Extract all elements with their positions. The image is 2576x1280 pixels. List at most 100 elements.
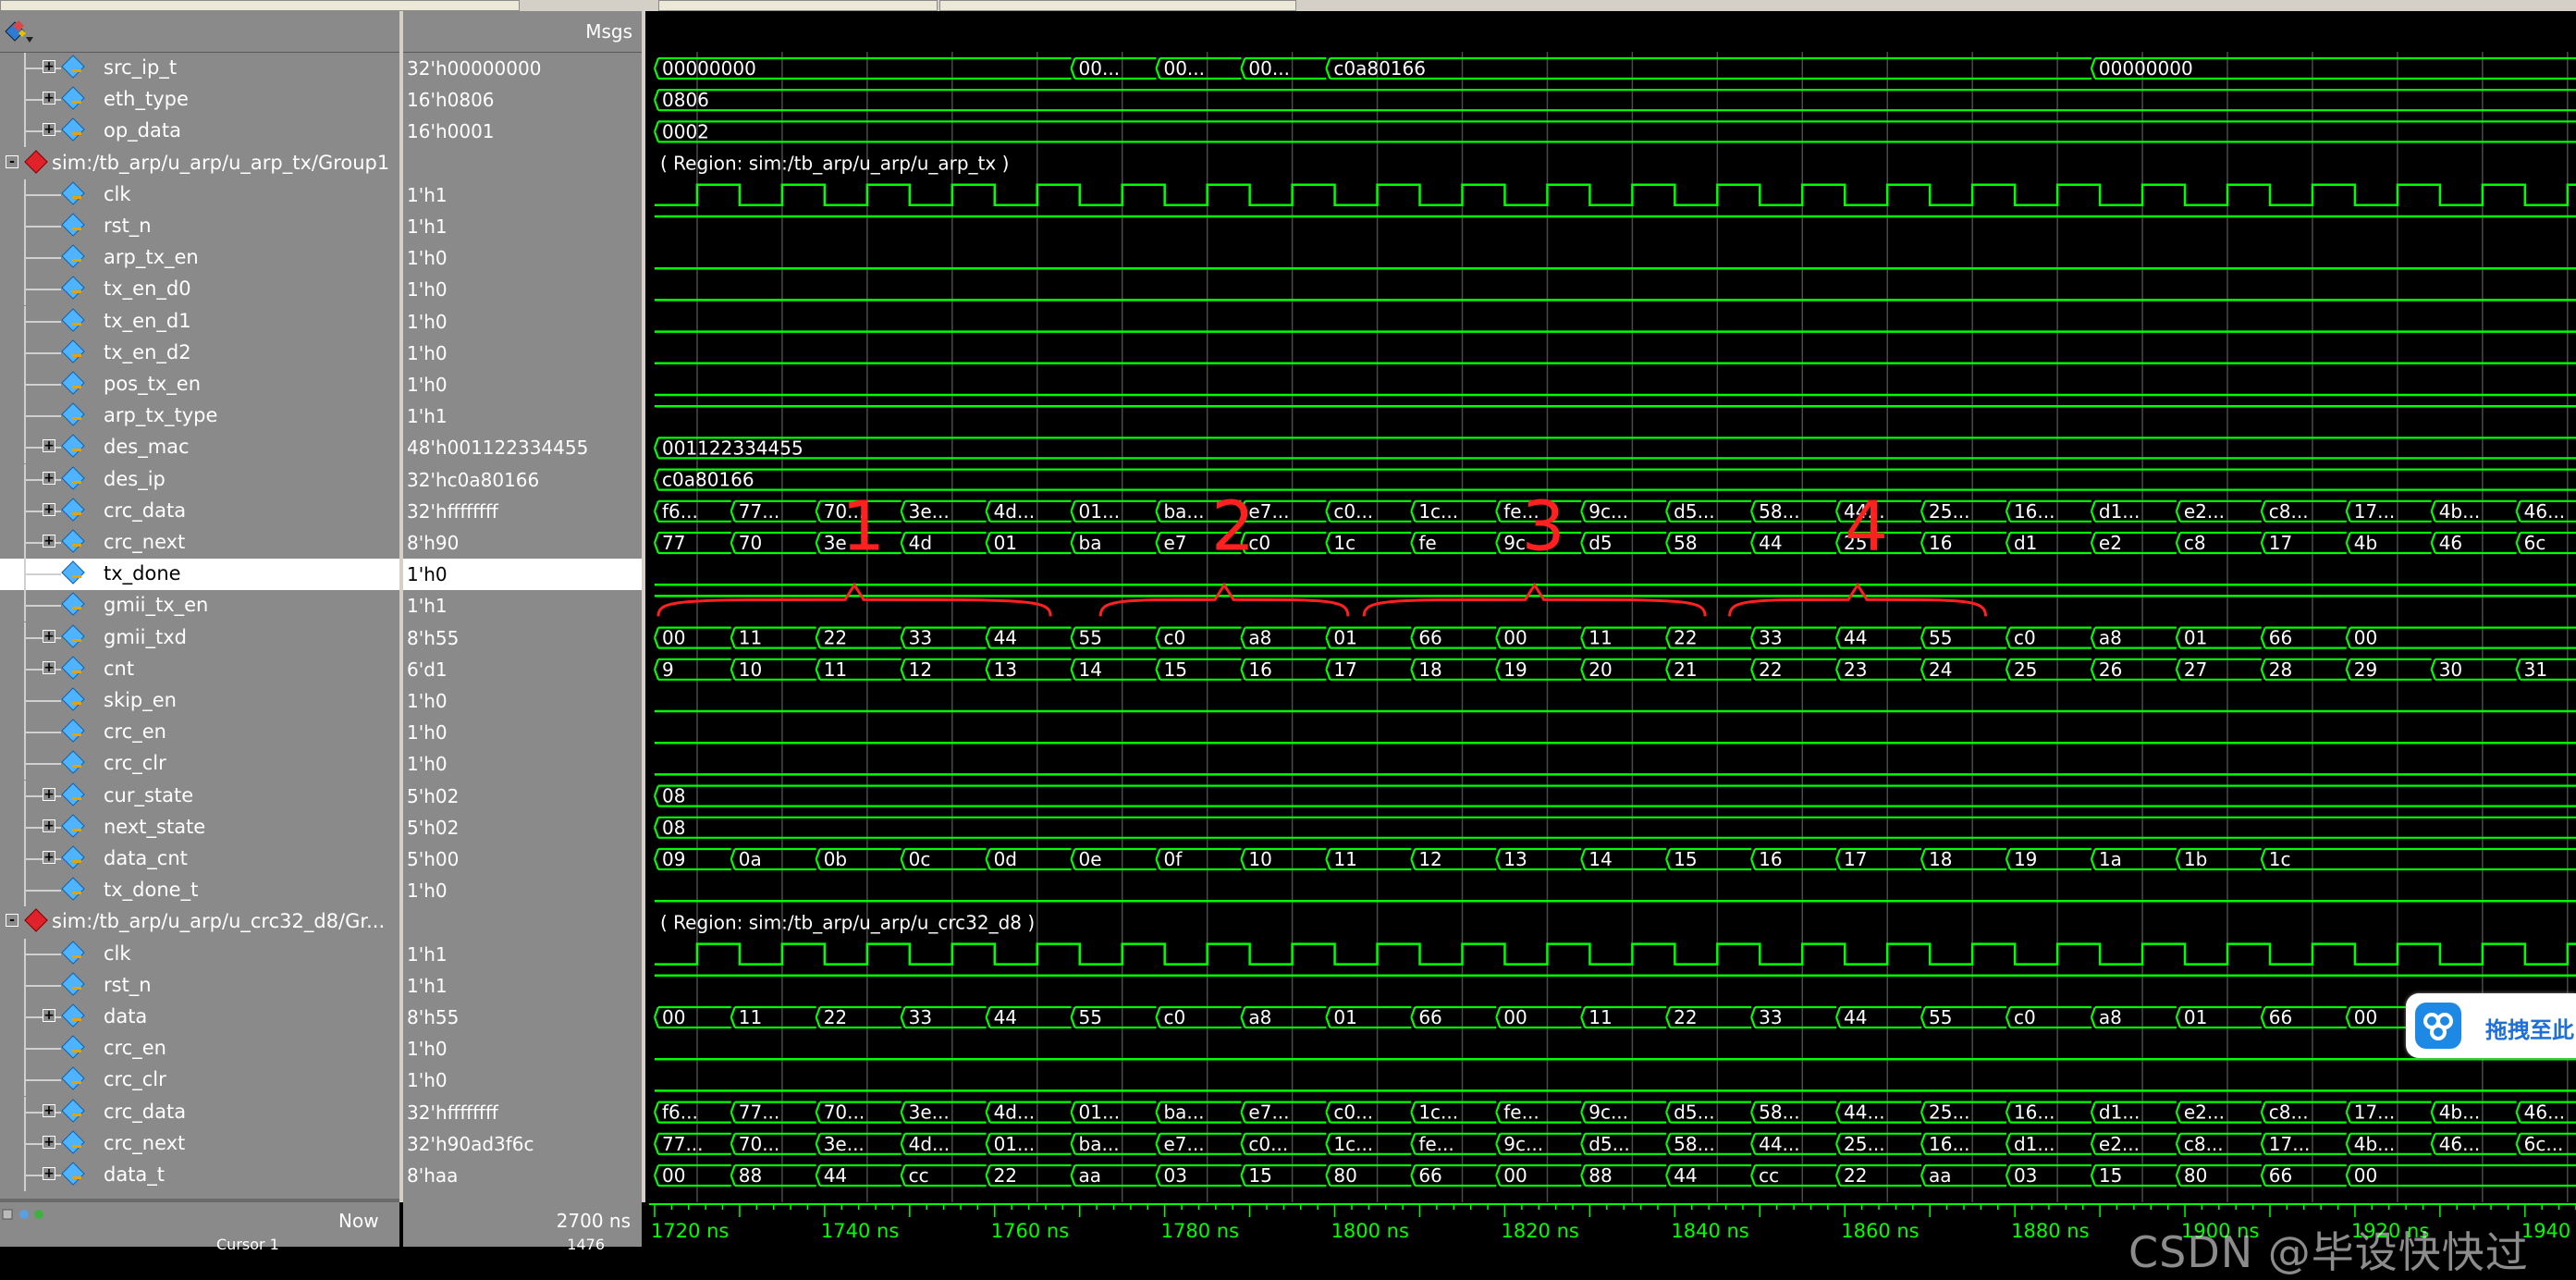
signal-row[interactable]: rst_n — [0, 211, 399, 242]
collapse-icon[interactable]: - — [6, 154, 18, 168]
signal-row[interactable]: tx_en_d1 — [0, 305, 399, 338]
value-row[interactable]: 8'haa — [403, 1160, 642, 1191]
cursor-tools-icon[interactable] — [2, 1208, 57, 1223]
signal-row[interactable]: + cnt — [0, 653, 399, 685]
bus-value: 55 — [1079, 1006, 1102, 1028]
value-row[interactable]: 5'h02 — [403, 781, 642, 812]
signal-row[interactable]: + op_data — [0, 116, 399, 148]
pane-splitter[interactable] — [642, 11, 645, 1247]
wave-window-icon[interactable] — [2, 17, 33, 46]
expand-icon[interactable]: + — [43, 123, 55, 137]
signal-row[interactable]: + data — [0, 1002, 399, 1033]
expand-icon[interactable]: + — [43, 1135, 55, 1149]
expand-icon[interactable]: + — [43, 818, 55, 832]
signal-row[interactable]: + crc_data — [0, 495, 399, 527]
signal-row[interactable]: + next_state — [0, 811, 399, 843]
value-row[interactable]: 16'h0806 — [403, 84, 642, 116]
signal-row[interactable]: + cur_state — [0, 780, 399, 812]
signal-row[interactable]: clk — [0, 178, 399, 211]
value-row[interactable]: 1'h0 — [403, 717, 642, 748]
value-row[interactable]: 1'h0 — [403, 1065, 642, 1096]
expand-icon[interactable]: + — [43, 535, 55, 548]
value-row[interactable]: 1'h1 — [403, 939, 642, 970]
waveform-panel[interactable]: 00000000 00... 00... 00... c0a80166 00000000 0… — [649, 11, 2576, 1202]
signal-row[interactable]: + crc_next — [0, 1127, 399, 1160]
value-row[interactable]: 5'h00 — [403, 843, 642, 875]
value-row[interactable]: 1'h0 — [403, 875, 642, 906]
value-row[interactable] — [403, 148, 642, 179]
value-row[interactable]: 1'h0 — [403, 748, 642, 780]
expand-icon[interactable]: + — [43, 787, 55, 801]
expand-icon[interactable]: + — [43, 502, 55, 516]
signal-row[interactable]: + data_cnt — [0, 843, 399, 875]
value-row[interactable]: 32'hffffffff — [403, 1097, 642, 1128]
value-row[interactable]: 1'h0 — [403, 685, 642, 717]
value-row[interactable]: 1'h1 — [403, 400, 642, 432]
baidu-drop-widget[interactable]: 拖拽至此 — [2406, 993, 2576, 1058]
signal-row[interactable]: + data_t — [0, 1160, 399, 1191]
signal-row[interactable]: pos_tx_en — [0, 369, 399, 400]
signal-row[interactable]: + des_ip — [0, 463, 399, 496]
expand-icon[interactable]: + — [43, 1167, 55, 1180]
group-row[interactable]: - sim:/tb_arp/u_arp/u_crc32_d8/Gr... — [0, 906, 399, 938]
signal-row[interactable]: clk — [0, 938, 399, 970]
signal-row[interactable]: gmii_tx_en — [0, 590, 399, 622]
signal-row[interactable]: + gmii_txd — [0, 622, 399, 654]
value-row[interactable] — [403, 906, 642, 938]
value-row[interactable]: 32'hc0a80166 — [403, 464, 642, 496]
signal-row[interactable]: + des_mac — [0, 432, 399, 464]
signal-row[interactable]: crc_clr — [0, 748, 399, 781]
signal-row[interactable]: + crc_data — [0, 1096, 399, 1128]
signal-row[interactable]: + eth_type — [0, 84, 399, 117]
value-row[interactable]: 1'h0 — [403, 338, 642, 369]
signal-name: arp_tx_type — [104, 404, 218, 427]
value-row[interactable]: 1'h0 — [403, 242, 642, 274]
signal-row[interactable]: crc_en — [0, 717, 399, 749]
signal-row[interactable]: tx_done — [0, 559, 399, 591]
expand-icon[interactable]: + — [43, 660, 55, 674]
collapse-icon[interactable]: - — [6, 914, 18, 928]
value-row[interactable]: 16'h0001 — [403, 116, 642, 147]
expand-icon[interactable]: + — [43, 1103, 55, 1117]
value-row[interactable]: 48'h001122334455 — [403, 432, 642, 463]
value-row[interactable]: 32'h90ad3f6c — [403, 1128, 642, 1160]
signal-direction-icon — [72, 69, 81, 72]
value-row[interactable]: 1'h1 — [403, 970, 642, 1002]
signal-row[interactable]: skip_en — [0, 685, 399, 717]
value-row[interactable]: 1'h0 — [403, 369, 642, 400]
value-row[interactable]: 1'h1 — [403, 179, 642, 211]
value-row[interactable]: 1'h0 — [403, 306, 642, 338]
expand-icon[interactable]: + — [43, 60, 55, 73]
bus-value: 11 — [1333, 848, 1356, 870]
signal-row[interactable]: + crc_next — [0, 527, 399, 559]
value-row[interactable]: 1'h0 — [403, 559, 642, 591]
expand-icon[interactable]: + — [43, 92, 55, 105]
signal-row[interactable]: + src_ip_t — [0, 53, 399, 84]
expand-icon[interactable]: + — [43, 471, 55, 485]
value-row[interactable]: 1'h1 — [403, 211, 642, 242]
value-row[interactable]: 8'h55 — [403, 622, 642, 654]
group-row[interactable]: - sim:/tb_arp/u_arp/u_arp_tx/Group1 — [0, 148, 399, 179]
expand-icon[interactable]: + — [43, 1009, 55, 1022]
signal-row[interactable]: tx_done_t — [0, 875, 399, 907]
expand-icon[interactable]: + — [43, 851, 55, 864]
signal-row[interactable]: tx_en_d0 — [0, 274, 399, 306]
signal-row[interactable]: arp_tx_en — [0, 242, 399, 275]
value-row[interactable]: 5'h02 — [403, 812, 642, 843]
value-row[interactable]: 6'd1 — [403, 654, 642, 685]
signal-row[interactable]: crc_en — [0, 1033, 399, 1065]
signal-row[interactable]: tx_en_d2 — [0, 337, 399, 369]
waveform-canvas[interactable]: 00000000 00... 00... 00... c0a80166 000000000… — [649, 11, 2576, 1202]
value-row[interactable]: 32'h00000000 — [403, 53, 642, 84]
expand-icon[interactable]: + — [43, 439, 55, 453]
value-row[interactable]: 1'h0 — [403, 1033, 642, 1065]
signal-row[interactable]: crc_clr — [0, 1065, 399, 1097]
signal-row[interactable]: rst_n — [0, 969, 399, 1002]
value-row[interactable]: 32'hffffffff — [403, 496, 642, 527]
signal-row[interactable]: arp_tx_type — [0, 400, 399, 433]
value-row[interactable]: 1'h0 — [403, 274, 642, 305]
value-row[interactable]: 8'h90 — [403, 527, 642, 559]
expand-icon[interactable]: + — [43, 629, 55, 643]
value-row[interactable]: 1'h1 — [403, 590, 642, 622]
value-row[interactable]: 8'h55 — [403, 1002, 642, 1033]
